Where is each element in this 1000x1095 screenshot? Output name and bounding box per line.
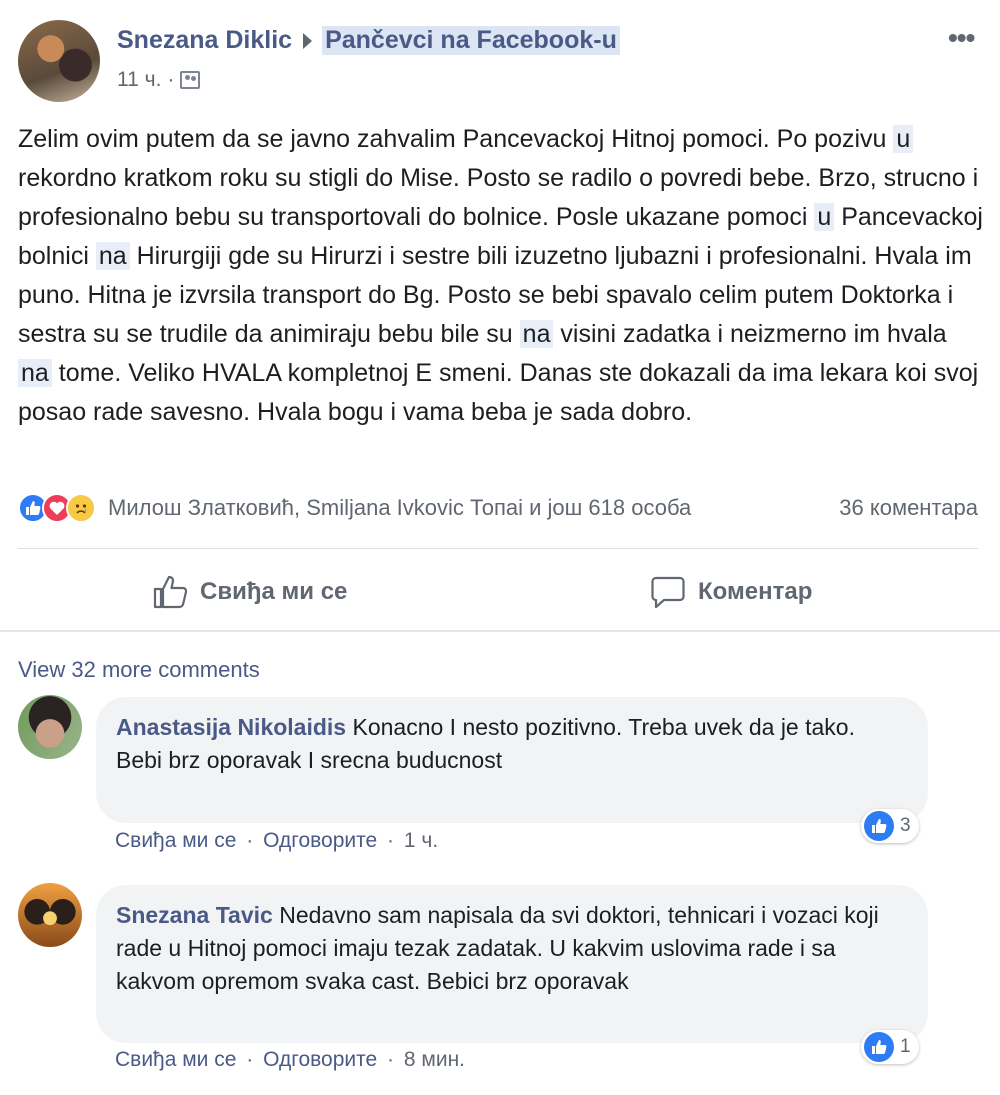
reacted-names[interactable]: Милош Златковић, Smiljana Ivkovic Топаі … (108, 495, 691, 521)
commenter-avatar[interactable] (18, 695, 82, 759)
comment-author[interactable]: Anastasija Nikolaidis (116, 714, 346, 740)
author-name[interactable]: Snezana Diklic (117, 26, 292, 55)
highlighted-word[interactable]: u (814, 203, 835, 231)
like-count: 1 (900, 1036, 911, 1057)
highlighted-word[interactable]: na (18, 359, 52, 387)
reactions-summary: Милош Златковић, Smiljana Ivkovic Топаі … (18, 490, 978, 526)
separator-dot: · (387, 1048, 395, 1071)
thumbs-up-icon (153, 575, 188, 609)
commenter-avatar[interactable] (18, 883, 82, 947)
arrow-right-icon (303, 32, 313, 49)
group-name[interactable]: Pančevci na Facebook-u (322, 26, 620, 55)
like-button-label: Свиђа ми се (200, 578, 348, 605)
comment-actions: Свиђа ми се · Одговорите · 1 ч. (115, 829, 438, 853)
comment-bubble: Snezana Tavic Nedavno sam napisala da sv… (96, 885, 928, 1043)
comment-time[interactable]: 1 ч. (404, 829, 438, 852)
comment-button-label: Коментар (698, 578, 813, 605)
highlighted-word[interactable]: u (893, 125, 914, 153)
comment-text-line-2: Bebi brz oporavak I srecna buducnost (116, 747, 503, 773)
more-options-icon[interactable]: ••• (948, 22, 975, 54)
like-count: 3 (900, 815, 911, 836)
comment-like-link[interactable]: Свиђа ми се (115, 1048, 236, 1071)
comment-reply-link[interactable]: Одговорите (263, 1048, 377, 1071)
post-text-segment: tome. Veliko HVALA kompletnoj E smeni. D… (18, 359, 979, 426)
reaction-icons[interactable] (18, 493, 96, 523)
post-text-segment: visini zadatka i neizmerno im hvala (553, 320, 947, 348)
highlighted-word[interactable]: na (519, 320, 554, 348)
comment-like-count[interactable]: 1 (861, 1030, 919, 1064)
comment-button[interactable]: Коментар (650, 568, 812, 616)
action-bar: Свиђа ми се Коментар (0, 568, 1000, 616)
like-reaction-icon (864, 811, 894, 841)
group-audience-icon[interactable] (180, 71, 201, 89)
like-reaction-icon (864, 1032, 894, 1062)
post-meta: 11 ч. · (117, 68, 201, 92)
section-divider (0, 630, 1000, 632)
author-avatar[interactable] (18, 20, 100, 102)
comment-icon (651, 576, 685, 609)
post-time[interactable]: 11 ч. (117, 68, 161, 92)
post-header: Snezana Diklic Pančevci na Facebook-u (117, 26, 620, 55)
view-more-comments-link[interactable]: View 32 more comments (18, 657, 260, 683)
comment-reply-link[interactable]: Одговорите (263, 829, 377, 852)
comment-text: Konacno I nesto pozitivno. Treba uvek da… (352, 714, 855, 740)
comment-author[interactable]: Snezana Tavic (116, 902, 273, 928)
like-button[interactable]: Свиђа ми се (152, 568, 347, 616)
post-text: Zelim ovim putem da se javno zahvalim Pa… (18, 120, 983, 432)
comment-actions: Свиђа ми се · Одговорите · 8 мин. (115, 1048, 465, 1072)
highlighted-word[interactable]: na (95, 242, 130, 270)
divider (18, 548, 978, 549)
separator-dot: · (387, 829, 395, 852)
separator-dot: · (246, 1048, 254, 1071)
comment-time[interactable]: 8 мин. (404, 1048, 465, 1071)
separator-dot: · (167, 68, 175, 91)
comments-count[interactable]: 36 коментара (839, 495, 978, 521)
separator-dot: · (246, 829, 254, 852)
post-text-segment: Zelim ovim putem da se javno zahvalim Pa… (18, 125, 894, 153)
comment-bubble: Anastasija Nikolaidis Konacno I nesto po… (96, 697, 928, 823)
comment-like-count[interactable]: 3 (861, 809, 919, 843)
sad-reaction-icon (66, 493, 96, 523)
comment-like-link[interactable]: Свиђа ми се (115, 829, 236, 852)
